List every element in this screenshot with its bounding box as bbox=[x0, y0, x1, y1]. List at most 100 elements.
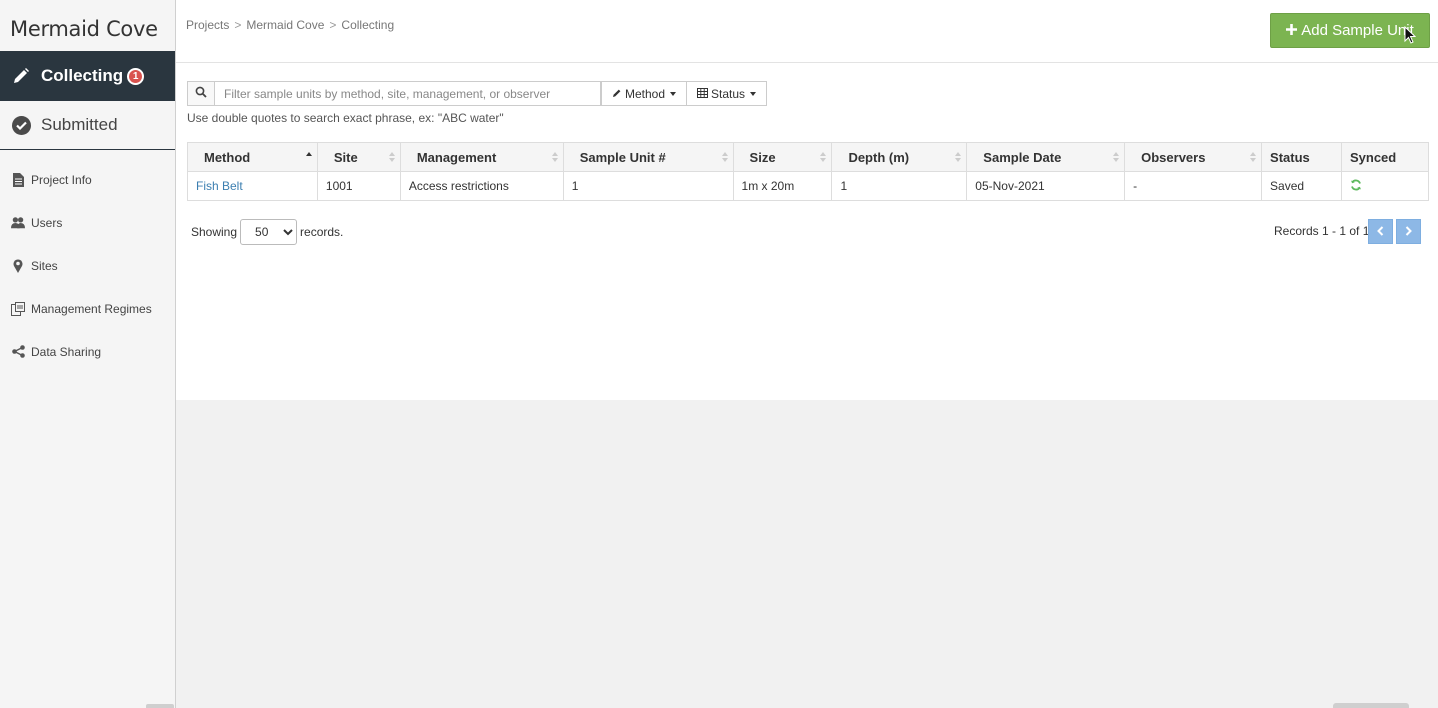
caret-down-icon bbox=[670, 91, 677, 96]
sort-icon bbox=[721, 152, 728, 162]
sidebar-item-management-regimes[interactable]: Management Regimes bbox=[0, 287, 175, 330]
cell-management: Access restrictions bbox=[399, 171, 564, 201]
nav-submitted-label: Submitted bbox=[41, 115, 118, 134]
search-button[interactable] bbox=[187, 81, 215, 106]
caret-down-icon bbox=[750, 91, 757, 96]
sort-icon bbox=[955, 152, 962, 162]
sidebar: Mermaid Cove Collecting 1 Submitted Proj… bbox=[0, 0, 176, 708]
cell-synced bbox=[1340, 171, 1430, 201]
sort-asc-icon bbox=[305, 152, 312, 162]
column-header-label: Status bbox=[1270, 149, 1310, 165]
records-count: Records 1 - 1 of 1 bbox=[1274, 224, 1370, 238]
sidebar-item-users[interactable]: Users bbox=[0, 201, 175, 244]
column-header-label: Synced bbox=[1349, 149, 1397, 165]
method-filter-label: Method bbox=[625, 86, 666, 101]
search-icon bbox=[195, 86, 207, 101]
add-sample-unit-label: Add Sample Unit bbox=[1301, 22, 1414, 39]
cell-sample-unit: 1 bbox=[562, 171, 734, 201]
nav-collecting[interactable]: Collecting 1 bbox=[0, 51, 175, 101]
method-filter-dropdown[interactable]: Method bbox=[601, 81, 688, 106]
column-header-observers[interactable]: Observers bbox=[1124, 142, 1263, 172]
main-content: Projects > Mermaid Cove > Collecting Add… bbox=[176, 0, 1438, 400]
page-size-select[interactable]: 10 25 50 100 bbox=[240, 219, 298, 245]
share-icon bbox=[11, 345, 25, 359]
sort-icon bbox=[820, 152, 827, 162]
column-header-size[interactable]: Size bbox=[732, 142, 833, 172]
sidebar-scrollbar[interactable] bbox=[146, 704, 174, 708]
table-header-row: Method Site Management Sample Unit # Siz… bbox=[187, 142, 1430, 172]
column-header-site[interactable]: Site bbox=[316, 142, 401, 172]
column-header-synced: Synced bbox=[1340, 142, 1430, 172]
plus-icon bbox=[1286, 22, 1298, 39]
status-filter-dropdown[interactable]: Status bbox=[687, 81, 768, 106]
column-header-label: Depth (m) bbox=[848, 149, 910, 165]
sort-icon bbox=[551, 152, 558, 162]
column-header-label: Observers bbox=[1141, 149, 1206, 165]
column-header-label: Sample Unit # bbox=[579, 149, 666, 165]
cell-depth: 1 bbox=[831, 171, 968, 201]
column-header-status: Status bbox=[1261, 142, 1342, 172]
breadcrumb-current: Collecting bbox=[341, 18, 395, 32]
cell-sample-date: 05-Nov-2021 bbox=[966, 171, 1126, 201]
column-header-label: Size bbox=[749, 149, 776, 165]
records-suffix: records. bbox=[300, 225, 344, 239]
column-header-label: Sample Date bbox=[983, 149, 1062, 165]
sidebar-item-sites[interactable]: Sites bbox=[0, 244, 175, 287]
chevron-left-icon bbox=[1377, 225, 1384, 239]
method-link[interactable]: Fish Belt bbox=[196, 179, 243, 193]
table-icon bbox=[697, 87, 709, 101]
sort-icon bbox=[1250, 152, 1257, 162]
users-icon bbox=[11, 216, 25, 230]
previous-page-button[interactable] bbox=[1368, 219, 1393, 244]
nav-submitted[interactable]: Submitted bbox=[0, 101, 175, 150]
cell-observers: - bbox=[1124, 171, 1263, 201]
cell-site: 1001 bbox=[316, 171, 401, 201]
chevron-right-icon bbox=[1405, 225, 1412, 239]
document-icon bbox=[11, 172, 25, 187]
sort-icon bbox=[1113, 152, 1120, 162]
project-name: Mermaid Cove bbox=[10, 17, 158, 41]
horizontal-scrollbar[interactable] bbox=[1333, 703, 1409, 708]
column-header-label: Method bbox=[204, 149, 251, 165]
check-circle-icon bbox=[11, 115, 31, 135]
pencil-icon bbox=[11, 66, 31, 86]
breadcrumb-separator: > bbox=[234, 18, 242, 32]
column-header-method[interactable]: Method bbox=[187, 142, 318, 172]
showing-label: Showing bbox=[191, 225, 238, 239]
nav-collecting-label: Collecting bbox=[41, 66, 124, 85]
breadcrumb-separator: > bbox=[329, 18, 337, 32]
table-row[interactable]: Fish Belt 1001 Access restrictions 1 1m … bbox=[187, 171, 1430, 201]
sidebar-item-label: Project Info bbox=[31, 172, 92, 187]
column-header-label: Management bbox=[416, 149, 497, 165]
breadcrumb: Projects > Mermaid Cove > Collecting bbox=[186, 18, 394, 32]
sample-units-table: Method Site Management Sample Unit # Siz… bbox=[187, 142, 1430, 201]
sidebar-item-label: Users bbox=[31, 215, 63, 230]
column-header-sample-unit[interactable]: Sample Unit # bbox=[562, 142, 734, 172]
page-size-control: Showing 10 25 50 100 records. bbox=[191, 219, 343, 245]
sidebar-item-project-info[interactable]: Project Info bbox=[0, 158, 175, 201]
synced-icon bbox=[1350, 179, 1362, 194]
search-hint: Use double quotes to search exact phrase… bbox=[187, 111, 504, 125]
sidebar-item-label: Sites bbox=[31, 258, 58, 273]
sidebar-item-label: Data Sharing bbox=[31, 344, 102, 359]
status-filter-label: Status bbox=[711, 86, 746, 101]
sidebar-item-label: Management Regimes bbox=[31, 301, 152, 316]
clipboard-icon bbox=[11, 301, 25, 316]
cell-method[interactable]: Fish Belt bbox=[187, 171, 318, 201]
cell-status: Saved bbox=[1261, 171, 1342, 201]
cell-size: 1m x 20m bbox=[732, 171, 833, 201]
map-pin-icon bbox=[11, 258, 25, 273]
search-input[interactable] bbox=[215, 81, 601, 106]
column-header-sample-date[interactable]: Sample Date bbox=[966, 142, 1126, 172]
next-page-button[interactable] bbox=[1396, 219, 1421, 244]
mouse-cursor-icon bbox=[1404, 25, 1417, 47]
pencil-icon bbox=[612, 87, 622, 101]
breadcrumb-project[interactable]: Mermaid Cove bbox=[246, 18, 324, 32]
breadcrumb-projects[interactable]: Projects bbox=[186, 18, 229, 32]
column-header-label: Site bbox=[333, 149, 358, 165]
column-header-depth[interactable]: Depth (m) bbox=[831, 142, 968, 172]
collecting-count-badge: 1 bbox=[127, 67, 145, 85]
top-bar: Projects > Mermaid Cove > Collecting Add… bbox=[176, 0, 1438, 63]
column-header-management[interactable]: Management bbox=[399, 142, 564, 172]
sidebar-item-data-sharing[interactable]: Data Sharing bbox=[0, 330, 175, 373]
